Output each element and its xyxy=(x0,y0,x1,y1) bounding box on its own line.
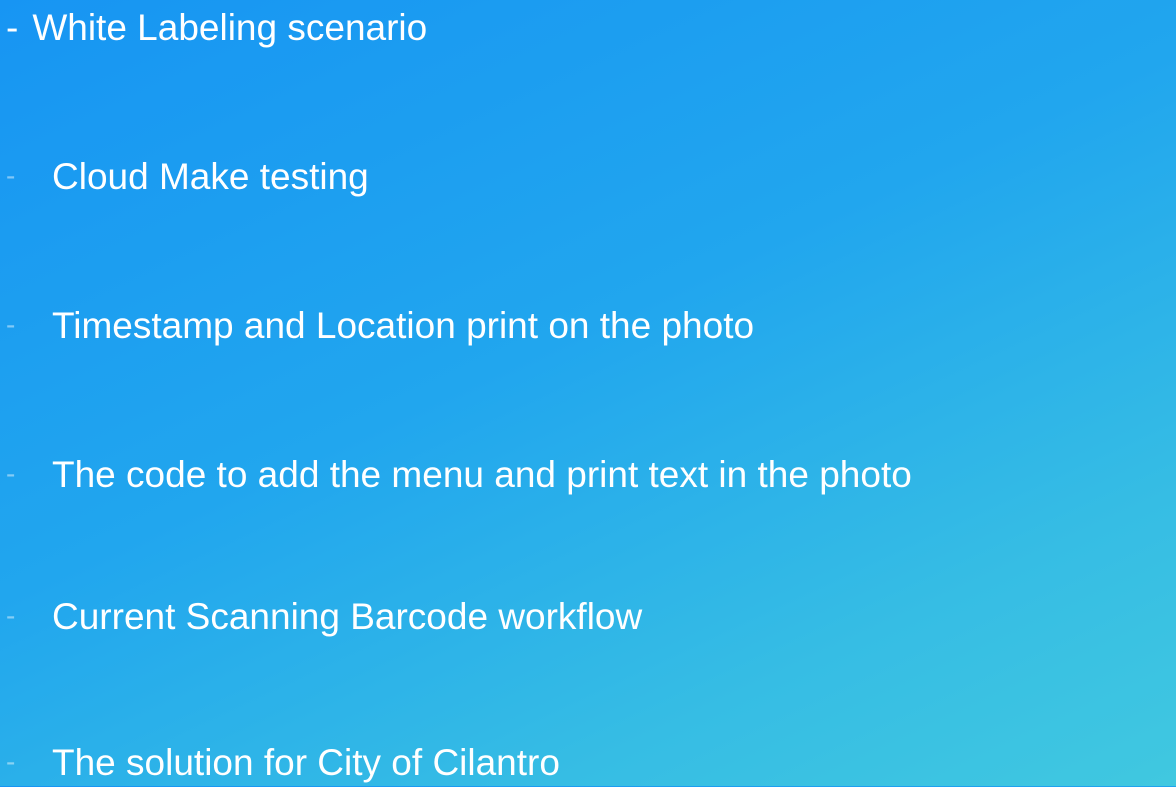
bullet-text: The solution for City of Cilantro xyxy=(52,741,560,783)
bullet-dash-icon: - xyxy=(6,160,16,191)
bullet-text: Cloud Make testing xyxy=(52,155,369,197)
bullet-text: Current Scanning Barcode workflow xyxy=(52,595,643,637)
bullet-item: - Timestamp and Location print on the ph… xyxy=(6,300,754,350)
bullet-dash-icon: - xyxy=(6,309,16,340)
slide-canvas: - White Labeling scenario - Cloud Make t… xyxy=(0,0,1176,786)
bullet-item: - White Labeling scenario xyxy=(6,2,427,52)
bullet-dash-icon: - xyxy=(6,458,16,489)
bullet-text: The code to add the menu and print text … xyxy=(52,453,912,495)
bullet-dash-icon: - xyxy=(6,6,19,48)
bullet-dash-icon: - xyxy=(6,746,16,777)
bullet-text: Timestamp and Location print on the phot… xyxy=(52,304,755,346)
bullet-item: - Cloud Make testing xyxy=(6,151,369,201)
bullet-item: - Current Scanning Barcode workflow xyxy=(6,591,642,641)
bullet-text: White Labeling scenario xyxy=(32,6,428,48)
bullet-dash-icon: - xyxy=(6,600,16,631)
bullet-item: - The solution for City of Cilantro xyxy=(6,737,560,787)
bullet-item: - The code to add the menu and print tex… xyxy=(6,449,912,499)
